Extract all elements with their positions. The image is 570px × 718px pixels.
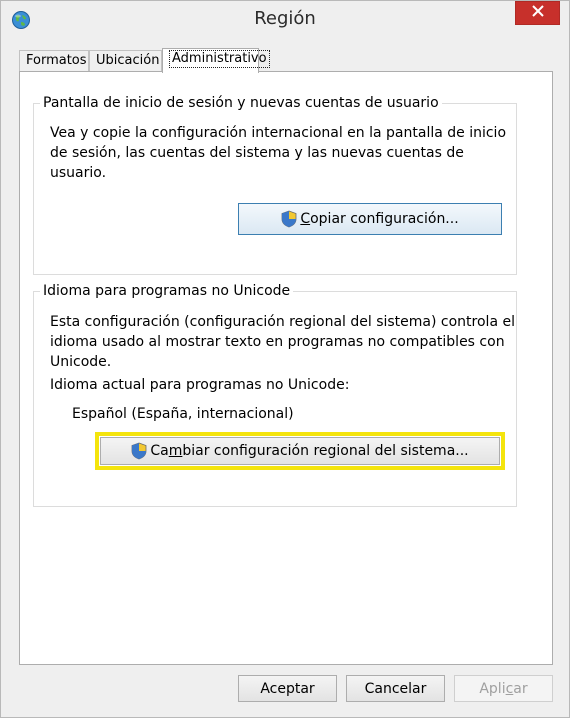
welcome-screen-group: Pantalla de inicio de sesión y nuevas cu… <box>33 94 517 275</box>
copy-settings-button[interactable]: Copiar configuración... <box>238 203 502 235</box>
title-bar[interactable]: Región <box>1 1 569 39</box>
button-label: Cambiar configuración regional del siste… <box>150 443 469 459</box>
close-button[interactable] <box>515 1 560 25</box>
cancel-button[interactable]: Cancelar <box>346 675 445 702</box>
current-language-label: Idioma actual para programas no Unicode: <box>50 377 350 393</box>
tab-administrativo[interactable]: Administrativo <box>162 48 270 73</box>
button-label: Aceptar <box>260 680 315 697</box>
unicode-description: Esta configuración (configuración region… <box>50 314 515 370</box>
ok-button[interactable]: Aceptar <box>238 675 337 702</box>
tab-label: Administrativo <box>169 50 270 68</box>
button-label: Copiar configuración... <box>300 211 459 227</box>
close-icon <box>531 5 544 21</box>
region-dialog: Región Formatos Ubicación Administrativo… <box>0 0 570 718</box>
uac-shield-icon <box>281 210 297 228</box>
button-label: Cancelar <box>364 680 427 697</box>
tab-ubicacion[interactable]: Ubicación <box>89 50 162 72</box>
current-language-value: Español (España, internacional) <box>72 406 294 422</box>
button-label: Aplicar <box>479 680 528 697</box>
group-legend: Idioma para programas no Unicode <box>40 282 294 300</box>
tab-formatos[interactable]: Formatos <box>19 50 89 72</box>
uac-shield-icon <box>131 442 147 460</box>
welcome-description: Vea y copie la configuración internacion… <box>50 125 507 181</box>
dialog-footer: Aceptar Cancelar Aplicar <box>1 665 569 717</box>
change-system-locale-button[interactable]: Cambiar configuración regional del siste… <box>100 437 500 465</box>
administrativo-panel: Pantalla de inicio de sesión y nuevas cu… <box>19 71 553 665</box>
non-unicode-group: Idioma para programas no Unicode Esta co… <box>33 282 517 507</box>
tab-label: Formatos <box>26 53 87 68</box>
window-title: Región <box>254 8 316 29</box>
tab-label: Ubicación <box>96 53 160 68</box>
apply-button[interactable]: Aplicar <box>454 675 553 702</box>
group-legend: Pantalla de inicio de sesión y nuevas cu… <box>40 94 442 112</box>
